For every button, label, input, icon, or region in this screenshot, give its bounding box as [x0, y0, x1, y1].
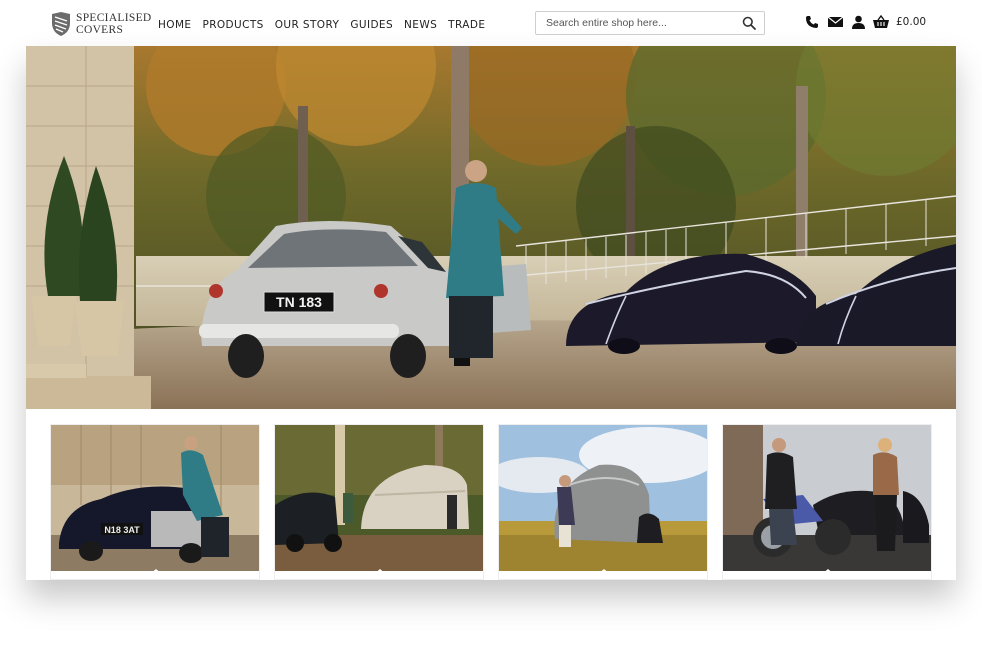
- header-utilities: £0.00: [804, 14, 926, 30]
- brand-logo[interactable]: SPECIALISED COVERS: [50, 11, 151, 37]
- search-icon[interactable]: [742, 16, 756, 30]
- basket-icon[interactable]: [873, 14, 889, 30]
- email-icon[interactable]: [827, 14, 843, 30]
- tile-notch: [368, 569, 392, 579]
- brand-name: SPECIALISED COVERS: [76, 12, 152, 36]
- caravan-cover-image: [275, 425, 483, 571]
- hero-plate: TN 183: [276, 294, 322, 310]
- shield-logo-icon: [52, 12, 70, 36]
- cart-total[interactable]: £0.00: [896, 16, 926, 28]
- category-tile-caravan-covers[interactable]: [274, 424, 484, 580]
- site-header: SPECIALISED COVERS HOME PRODUCTS OUR STO…: [0, 0, 982, 46]
- tile-notch: [144, 569, 168, 579]
- nav-trade[interactable]: TRADE: [448, 19, 485, 31]
- motorhome-cover-image: [499, 425, 707, 571]
- hero-banner[interactable]: TN 183: [26, 46, 956, 409]
- nav-our-story[interactable]: OUR STORY: [275, 19, 340, 31]
- nav-news[interactable]: NEWS: [404, 19, 437, 31]
- motorcycle-cover-image: [723, 425, 931, 571]
- nav-products[interactable]: PRODUCTS: [202, 19, 263, 31]
- category-tiles: N18 3AT: [50, 424, 933, 580]
- content-card: TN 183 N18 3AT: [26, 46, 956, 580]
- search-box: [535, 11, 765, 35]
- search-input[interactable]: [546, 16, 736, 30]
- tile-notch: [592, 569, 616, 579]
- car-cover-image: N18 3AT: [51, 425, 259, 571]
- nav-guides[interactable]: GUIDES: [350, 19, 393, 31]
- category-tile-motorcycle-covers[interactable]: [722, 424, 932, 580]
- main-nav: HOME PRODUCTS OUR STORY GUIDES NEWS TRAD…: [158, 19, 496, 31]
- brand-line2: COVERS: [76, 24, 124, 36]
- tile-notch: [816, 569, 840, 579]
- account-icon[interactable]: [850, 14, 866, 30]
- category-tile-motorhome-covers[interactable]: [498, 424, 708, 580]
- nav-home[interactable]: HOME: [158, 19, 191, 31]
- category-tile-car-covers[interactable]: N18 3AT: [50, 424, 260, 580]
- brand-line1: SPECIALISED: [76, 12, 152, 24]
- phone-icon[interactable]: [804, 14, 820, 30]
- hero-image: TN 183: [26, 46, 956, 409]
- tile-plate: N18 3AT: [104, 525, 140, 535]
